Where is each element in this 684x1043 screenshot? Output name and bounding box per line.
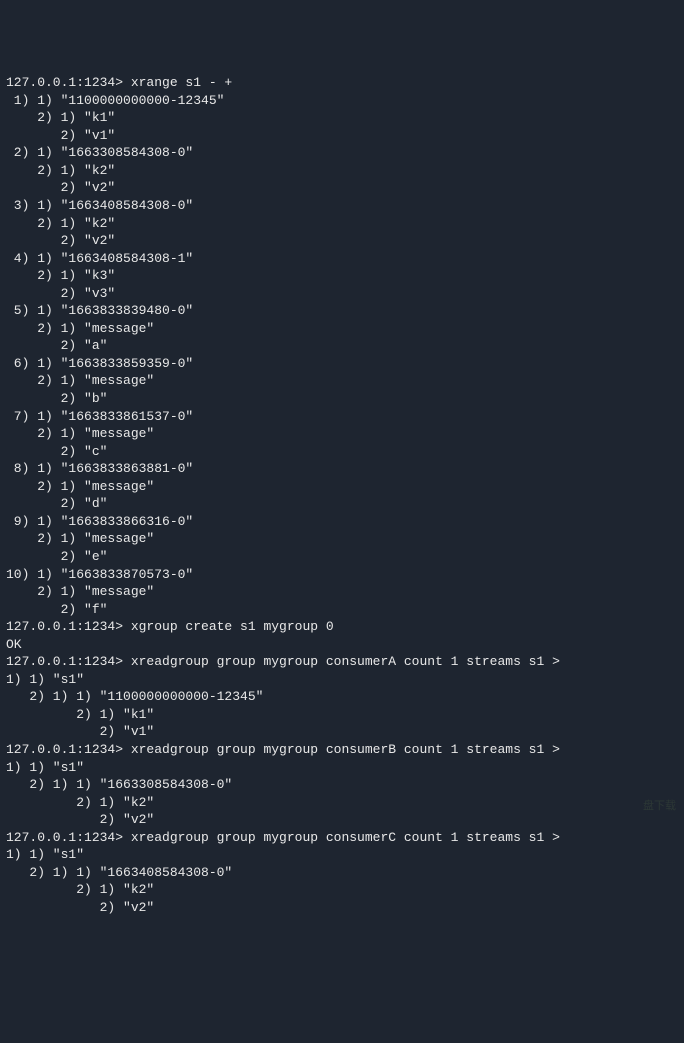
terminal-output: 127.0.0.1:1234> xrange s1 - + 1) 1) "110…: [6, 74, 678, 916]
watermark: 盘下载: [643, 800, 676, 815]
